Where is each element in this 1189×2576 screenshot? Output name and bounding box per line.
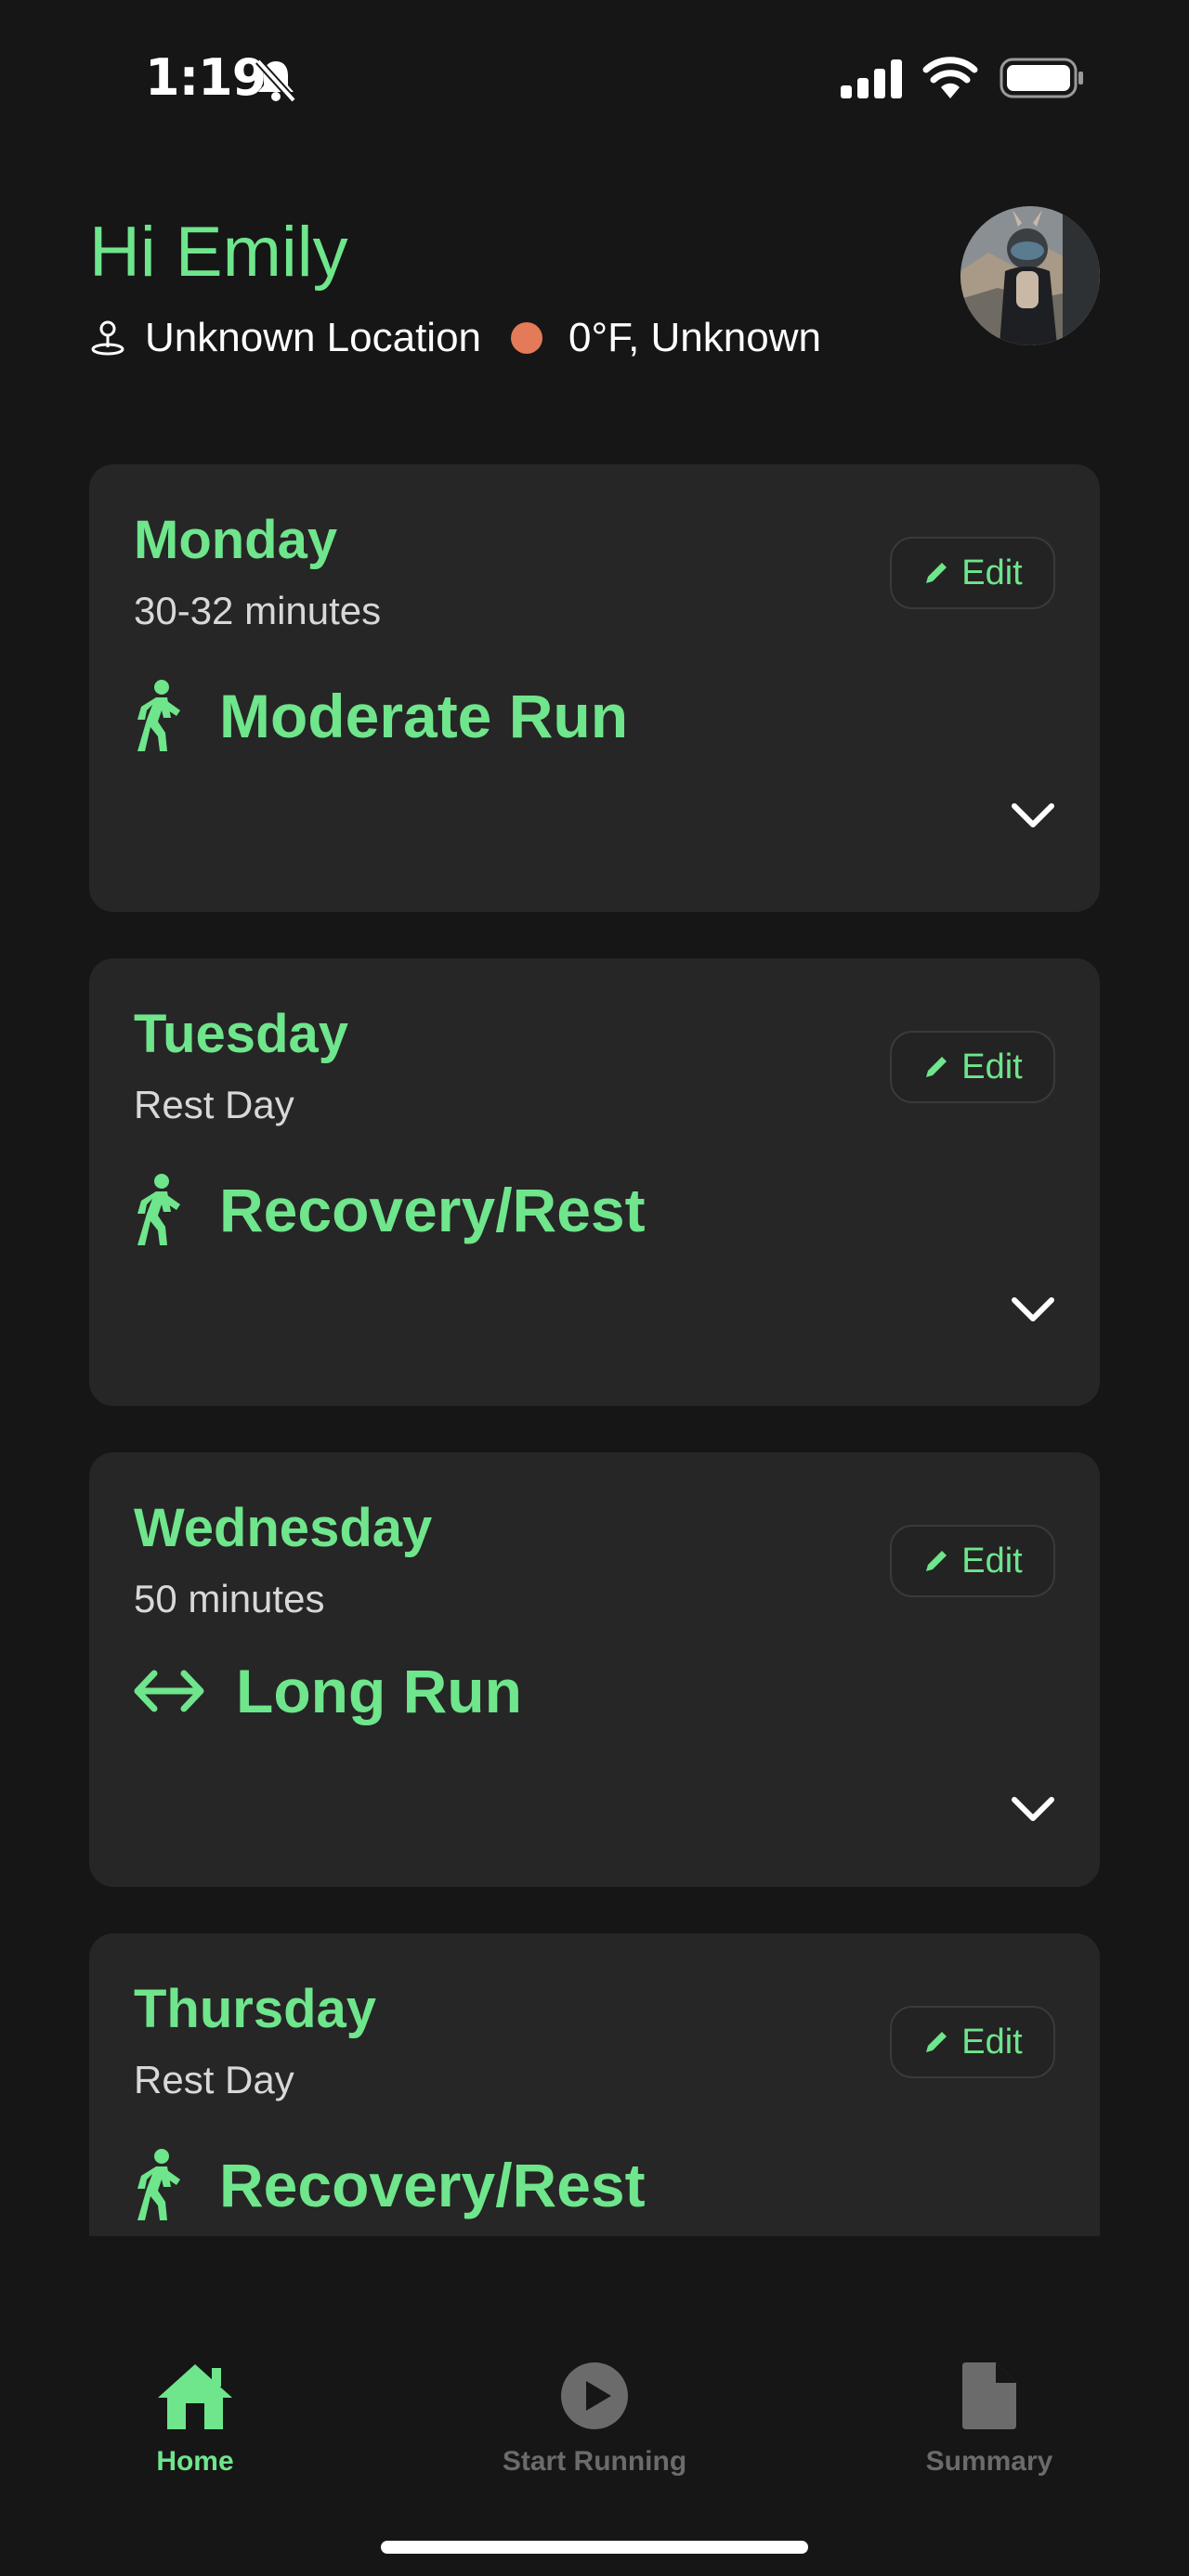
day-detail: 30-32 minutes bbox=[134, 589, 382, 632]
chevron-down-icon[interactable] bbox=[1011, 1796, 1055, 1824]
home-icon bbox=[154, 2359, 236, 2433]
status-bar: 1:19 bbox=[0, 0, 1189, 158]
location-pin-icon bbox=[91, 320, 124, 356]
edit-button[interactable]: Edit bbox=[890, 1525, 1055, 1597]
workout-row: Recovery/Rest bbox=[134, 1168, 646, 1252]
workout-row: Moderate Run bbox=[134, 674, 628, 758]
day-title: Tuesday bbox=[134, 1004, 349, 1064]
play-circle-icon bbox=[559, 2359, 630, 2433]
walk-icon bbox=[134, 1173, 186, 1247]
edit-button[interactable]: Edit bbox=[890, 1031, 1055, 1103]
day-detail: Rest Day bbox=[134, 2058, 294, 2101]
weather-text: 0°F, Unknown bbox=[568, 315, 821, 360]
walk-icon bbox=[134, 679, 186, 753]
edit-label: Edit bbox=[961, 2022, 1023, 2062]
cellular-signal-icon bbox=[841, 59, 902, 98]
day-card-thursday[interactable]: Thursday Rest Day Edit Recovery/Rest bbox=[89, 1933, 1100, 2236]
edit-label: Edit bbox=[961, 1541, 1023, 1581]
battery-icon bbox=[1000, 58, 1083, 98]
pencil-icon bbox=[926, 1057, 947, 1077]
edit-button[interactable]: Edit bbox=[890, 537, 1055, 609]
day-detail: 50 minutes bbox=[134, 1577, 325, 1620]
day-detail: Rest Day bbox=[134, 1083, 294, 1126]
edit-label: Edit bbox=[961, 553, 1023, 592]
edit-button[interactable]: Edit bbox=[890, 2006, 1055, 2078]
day-title: Thursday bbox=[134, 1979, 377, 2039]
tab-summary[interactable]: Summary bbox=[901, 2359, 1078, 2478]
pencil-icon bbox=[926, 1551, 947, 1571]
avatar-photo bbox=[960, 206, 1100, 345]
workout-label: Recovery/Rest bbox=[219, 1176, 646, 1244]
location-text: Unknown Location bbox=[145, 315, 482, 360]
workout-row: Recovery/Rest bbox=[134, 2143, 646, 2227]
chevron-down-icon[interactable] bbox=[1011, 1296, 1055, 1324]
location-weather-row: Unknown Location 0°F, Unknown bbox=[89, 312, 821, 364]
day-title: Monday bbox=[134, 510, 338, 570]
wifi-icon bbox=[922, 57, 978, 98]
workout-row: Long Run bbox=[134, 1649, 522, 1733]
tab-label: Summary bbox=[925, 2446, 1053, 2477]
day-card-tuesday[interactable]: Tuesday Rest Day Edit Recovery/Rest bbox=[89, 958, 1100, 1406]
home-indicator[interactable] bbox=[381, 2541, 808, 2554]
workout-label: Long Run bbox=[236, 1657, 522, 1725]
weather-dot-icon bbox=[511, 322, 543, 354]
workout-label: Recovery/Rest bbox=[219, 2151, 646, 2219]
day-title: Wednesday bbox=[134, 1498, 433, 1558]
day-card-wednesday[interactable]: Wednesday 50 minutes Edit Long Run bbox=[89, 1452, 1100, 1887]
status-time: 1:19 bbox=[145, 48, 267, 107]
workout-label: Moderate Run bbox=[219, 682, 629, 750]
edit-label: Edit bbox=[961, 1047, 1023, 1086]
tab-label: Start Running bbox=[502, 2446, 687, 2477]
tab-home[interactable]: Home bbox=[102, 2359, 288, 2478]
bell-muted-icon bbox=[255, 59, 296, 102]
tab-bar: Home Start Running Summary bbox=[0, 2247, 1189, 2576]
chevron-down-icon[interactable] bbox=[1011, 802, 1055, 830]
walk-icon bbox=[134, 2148, 186, 2222]
double-arrow-icon bbox=[134, 1654, 204, 1728]
greeting-title: Hi Emily bbox=[89, 213, 348, 292]
scroll-clip: Thursday Rest Day Edit Recovery/Rest bbox=[0, 1933, 1189, 2236]
pencil-icon bbox=[926, 563, 947, 583]
tab-start-running[interactable]: Start Running bbox=[483, 2359, 706, 2478]
day-card-monday[interactable]: Monday 30-32 minutes Edit Moderate Run bbox=[89, 464, 1100, 912]
tab-label: Home bbox=[156, 2446, 234, 2477]
pencil-icon bbox=[926, 2032, 947, 2052]
avatar[interactable] bbox=[960, 206, 1100, 345]
document-icon bbox=[960, 2359, 1018, 2433]
